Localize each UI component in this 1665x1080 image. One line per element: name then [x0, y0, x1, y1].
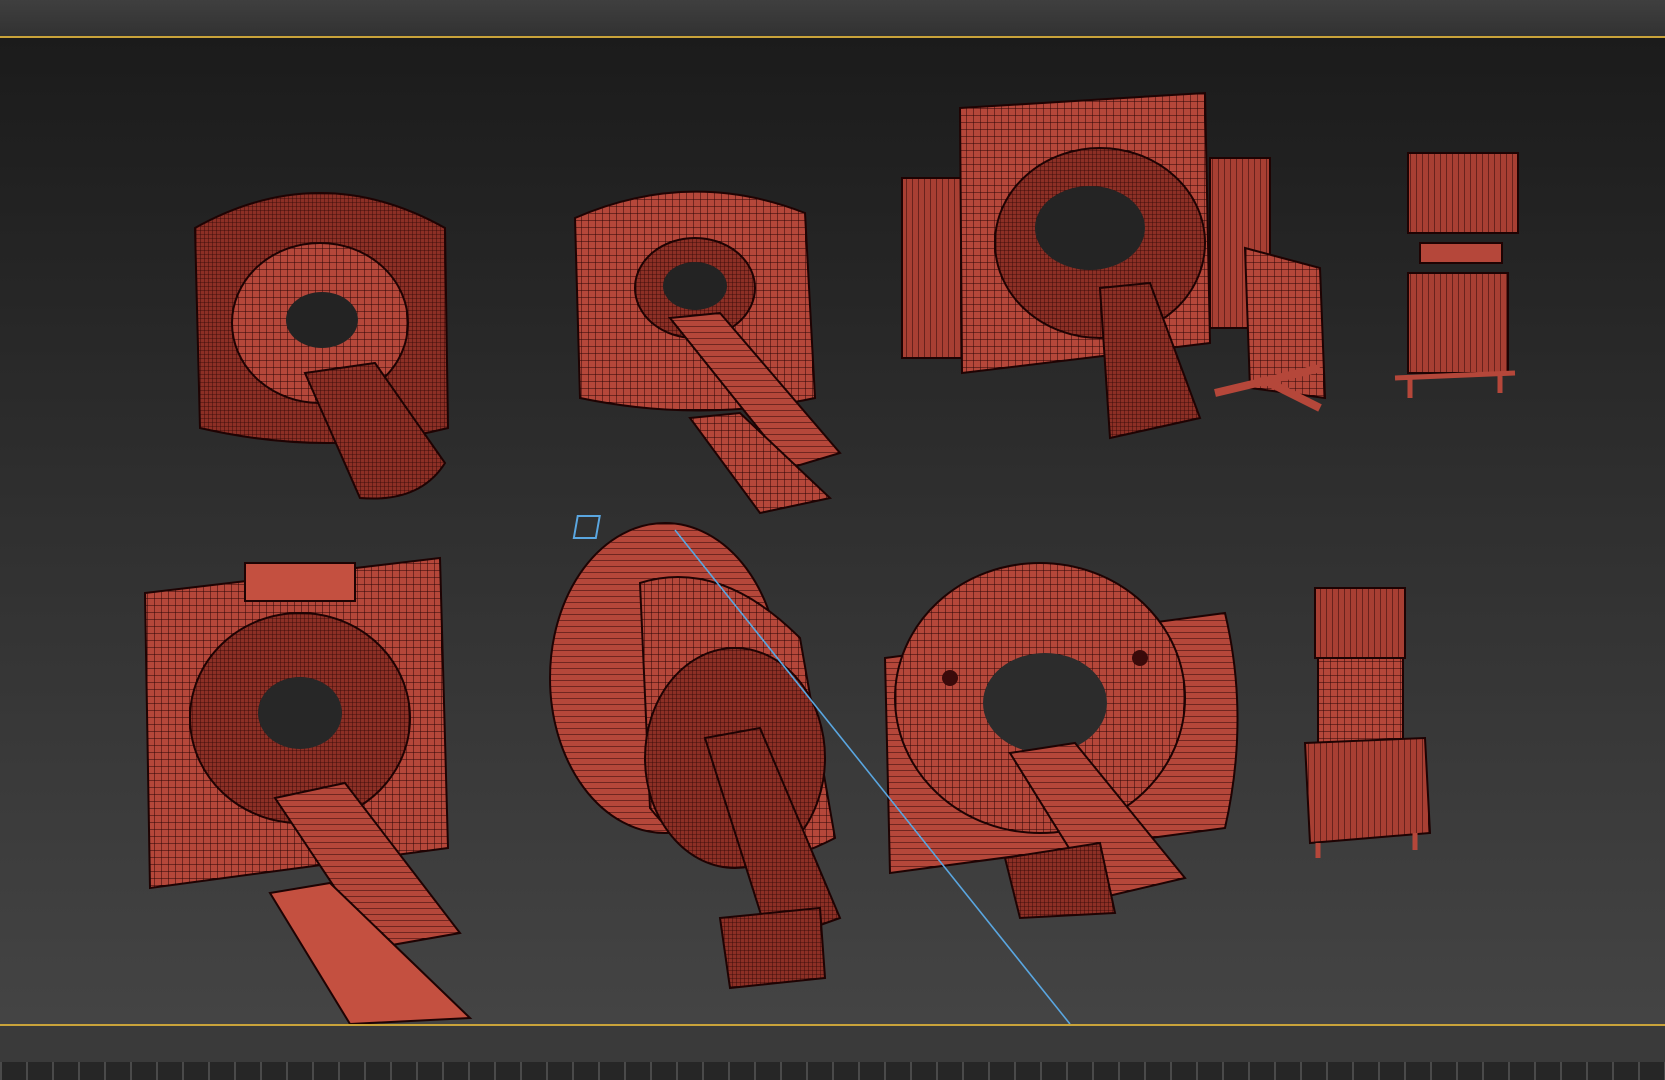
ct-scanner-1[interactable] [193, 192, 450, 500]
ct-scanner-2[interactable] [573, 190, 842, 515]
monitor-cart-2[interactable] [1303, 587, 1432, 858]
monitor-cart-1[interactable] [1394, 152, 1519, 398]
time-ruler[interactable] [0, 1062, 1665, 1080]
viewport-scene[interactable] [0, 38, 1665, 1024]
ct-scanner-3[interactable] [143, 556, 473, 1024]
c-arm-system[interactable] [901, 91, 1327, 440]
3d-app-window [0, 0, 1665, 1080]
ct-scanner-4[interactable] [883, 562, 1239, 920]
top-toolbar [0, 0, 1665, 36]
timeline-bar[interactable] [0, 1026, 1665, 1080]
perspective-viewport[interactable] [0, 36, 1665, 1026]
mri-scanner[interactable] [549, 522, 842, 990]
